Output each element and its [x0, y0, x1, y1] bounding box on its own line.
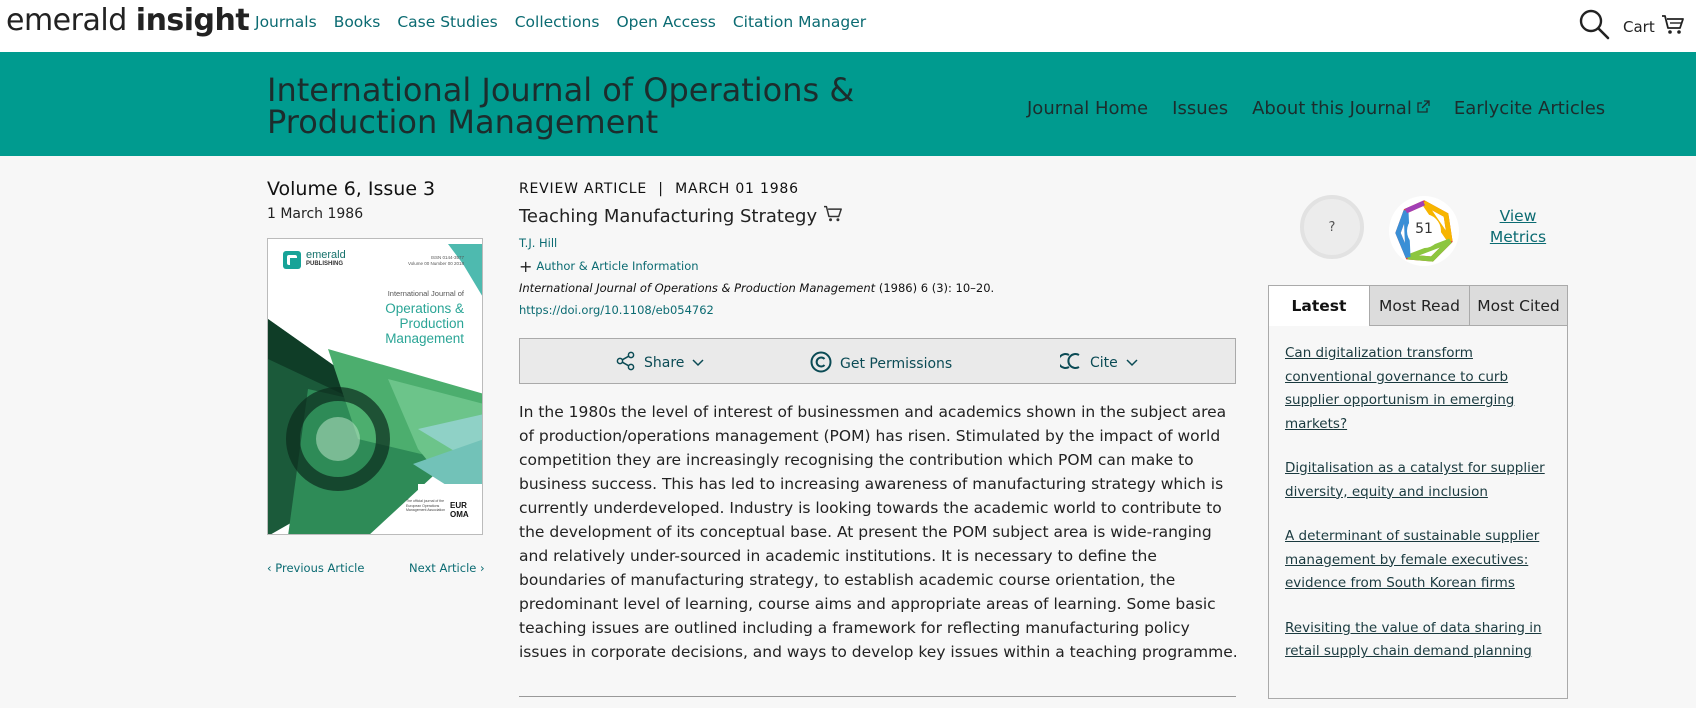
cart-icon[interactable]: [823, 205, 843, 228]
author-info-label: Author & Article Information: [536, 259, 699, 273]
list-item: Digitalisation as a catalyst for supplie…: [1285, 457, 1551, 504]
nav-open-access[interactable]: Open Access: [616, 13, 715, 31]
chevron-down-icon: [692, 355, 704, 371]
citation-journal: International Journal of Operations & Pr…: [519, 281, 876, 295]
list-item: A determinant of sustainable supplier ma…: [1285, 525, 1551, 596]
articles-tabs-panel: Latest Most Read Most Cited Can digitali…: [1268, 285, 1568, 699]
cart-icon: [1661, 14, 1685, 40]
cover-journal-big2: Production: [399, 316, 464, 331]
article-title-row: Teaching Manufacturing Strategy: [519, 205, 843, 228]
cover-footer-text: The official journal of the European Ope…: [406, 499, 446, 512]
copyright-icon: [810, 351, 832, 377]
cover-journal-big1: Operations &: [385, 301, 464, 316]
latest-article-link[interactable]: Can digitalization transform conventiona…: [1285, 345, 1514, 432]
section-divider: [519, 696, 1236, 697]
journal-nav-about[interactable]: About this Journal: [1252, 98, 1430, 119]
previous-article-label: Previous Article: [275, 561, 365, 575]
view-metrics-link[interactable]: View Metrics: [1482, 206, 1554, 248]
next-article-link[interactable]: Next Article ›: [409, 561, 485, 575]
nav-citation-manager[interactable]: Citation Manager: [733, 13, 866, 31]
cover-journal-text: International Journal of Operations & Pr…: [385, 289, 464, 346]
next-article-label: Next Article: [409, 561, 477, 575]
nav-journals[interactable]: Journals: [255, 13, 317, 31]
journal-title[interactable]: International Journal of Operations & Pr…: [267, 74, 997, 138]
latest-article-link[interactable]: Digitalisation as a catalyst for supplie…: [1285, 460, 1545, 500]
issue-date: 1 March 1986: [267, 206, 364, 222]
share-label: Share: [644, 355, 685, 371]
article-type-line: REVIEW ARTICLE | MARCH 01 1986: [519, 181, 799, 197]
journal-banner: International Journal of Operations & Pr…: [0, 52, 1696, 156]
journal-nav: Journal Home Issues About this Journal E…: [1027, 98, 1629, 119]
article-date: MARCH 01 1986: [675, 181, 799, 197]
list-item: Can digitalization transform conventiona…: [1285, 342, 1551, 436]
journal-nav-home[interactable]: Journal Home: [1027, 98, 1148, 119]
external-link-icon: [1416, 98, 1430, 119]
cover-brand-line1: emerald: [306, 249, 346, 261]
article-abstract: In the 1980s the level of interest of bu…: [519, 403, 1238, 661]
cover-brand-line2: PUBLISHING: [306, 261, 344, 267]
tab-latest[interactable]: Latest: [1269, 286, 1369, 326]
chevron-right-icon: ›: [476, 561, 485, 575]
altmetric-label: ?: [1328, 219, 1336, 235]
chevron-down-icon: [1126, 355, 1138, 371]
altmetric-badge[interactable]: ?: [1300, 195, 1364, 259]
list-item: Revisiting the value of data sharing in …: [1285, 617, 1551, 664]
get-permissions-button[interactable]: Get Permissions: [810, 351, 952, 377]
latest-article-link[interactable]: Revisiting the value of data sharing in …: [1285, 620, 1542, 660]
tab-most-read[interactable]: Most Read: [1369, 286, 1469, 326]
tab-most-cited[interactable]: Most Cited: [1469, 286, 1567, 326]
author-article-info-toggle[interactable]: + Author & Article Information: [519, 256, 699, 276]
search-icon[interactable]: [1578, 8, 1610, 40]
journal-nav-issues[interactable]: Issues: [1172, 98, 1228, 119]
main-nav: Journals Books Case Studies Collections …: [255, 13, 883, 31]
citation-details: (1986) 6 (3): 10–20.: [875, 281, 995, 295]
share-icon: [616, 351, 636, 375]
article-type: REVIEW ARTICLE: [519, 181, 648, 197]
cart-label: Cart: [1623, 18, 1655, 36]
cover-volume-text: Volume 00 Number 00 2018: [407, 261, 464, 266]
nav-case-studies[interactable]: Case Studies: [397, 13, 497, 31]
citation-line: International Journal of Operations & Pr…: [519, 281, 994, 295]
cover-brand: emerald PUBLISHING: [306, 249, 346, 269]
cover-journal-big3: Management: [385, 331, 464, 346]
latest-articles-list: Can digitalization transform conventiona…: [1269, 342, 1567, 664]
logo-light-text: emerald: [6, 3, 127, 38]
dimensions-count: 51: [1415, 221, 1433, 237]
nav-collections[interactable]: Collections: [515, 13, 600, 31]
share-button[interactable]: Share: [616, 351, 704, 375]
article-title: Teaching Manufacturing Strategy: [519, 206, 818, 227]
cover-journal-small: International Journal of: [387, 289, 464, 298]
cover-art: [268, 239, 482, 534]
cite-button[interactable]: Cite: [1057, 351, 1138, 375]
author-link[interactable]: T.J. Hill: [519, 236, 557, 250]
issue-title[interactable]: Volume 6, Issue 3: [267, 178, 435, 200]
journal-cover-image[interactable]: emerald PUBLISHING ISSN 0144-3577 Volume…: [267, 238, 483, 535]
article-type-separator: |: [658, 181, 664, 197]
doi-link[interactable]: https://doi.org/10.1108/eb054762: [519, 303, 714, 317]
cover-footer-logo: EUR OMA: [450, 501, 469, 519]
cover-issn: ISSN 0144-3577 Volume 00 Number 00 2018: [408, 255, 464, 267]
nav-books[interactable]: Books: [334, 13, 381, 31]
articles-tabs: Latest Most Read Most Cited: [1269, 286, 1567, 326]
logo-bold-text: insight: [135, 3, 250, 38]
top-header: emerald insight Journals Books Case Stud…: [0, 0, 1696, 52]
plus-icon: +: [519, 256, 533, 276]
latest-article-link[interactable]: A determinant of sustainable supplier ma…: [1285, 528, 1539, 591]
article-toolbar: Share Get Permissions Cite: [519, 338, 1236, 384]
previous-article-link[interactable]: ‹ Previous Article: [267, 561, 364, 575]
journal-nav-about-label: About this Journal: [1252, 98, 1412, 119]
cart-button[interactable]: Cart: [1623, 14, 1685, 40]
emerald-insight-logo[interactable]: emerald insight: [6, 3, 250, 38]
quote-icon: [1057, 351, 1082, 375]
get-permissions-label: Get Permissions: [840, 356, 953, 372]
dimensions-badge[interactable]: 51: [1388, 195, 1460, 267]
journal-nav-earlycite[interactable]: Earlycite Articles: [1454, 98, 1605, 119]
cite-label: Cite: [1090, 355, 1118, 371]
